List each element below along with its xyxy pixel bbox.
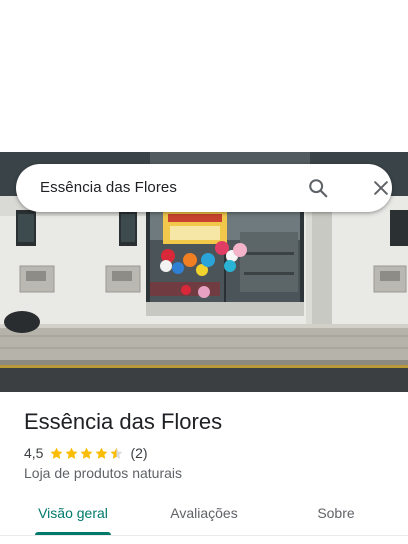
place-screen: Essência das Flores Essência das Flores … xyxy=(0,0,408,544)
tab-about[interactable]: Sobre xyxy=(306,496,366,532)
star-icon xyxy=(111,447,123,459)
close-icon xyxy=(374,181,388,195)
tab-reviews[interactable]: Avaliações xyxy=(160,496,248,532)
search-bar: Essência das Flores xyxy=(16,164,392,212)
rating-row[interactable]: 4,5 (2) xyxy=(24,444,148,462)
tab-overview[interactable]: Visão geral xyxy=(35,496,111,532)
star-icon xyxy=(96,447,108,459)
search-icon xyxy=(309,179,328,198)
star-icon xyxy=(81,447,93,459)
review-count[interactable]: (2) xyxy=(130,445,147,461)
tabs-divider xyxy=(0,535,408,536)
clear-search-button[interactable] xyxy=(365,172,397,204)
place-tabs: Visão geral Avaliações Sobre xyxy=(0,496,408,536)
star-icon xyxy=(51,447,63,459)
place-title: Essência das Flores xyxy=(24,409,223,434)
star-rating xyxy=(49,446,124,461)
rating-value: 4,5 xyxy=(24,445,44,461)
place-category[interactable]: Loja de produtos naturais xyxy=(24,465,182,481)
search-input[interactable]: Essência das Flores xyxy=(40,164,177,212)
star-icon xyxy=(66,447,78,459)
search-button[interactable] xyxy=(302,172,334,204)
